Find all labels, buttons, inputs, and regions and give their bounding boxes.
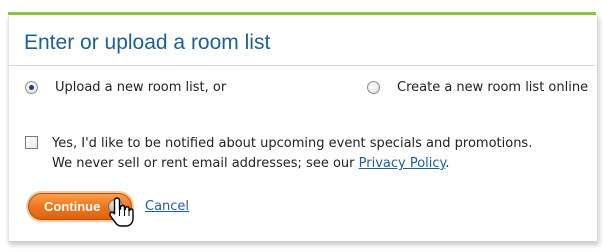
upload-option[interactable]: Upload a new room list, or: [25, 80, 226, 95]
privacy-policy-link[interactable]: Privacy Policy: [359, 156, 446, 171]
notify-checkbox[interactable]: [25, 136, 38, 149]
hand-pointer-cursor-icon: [109, 197, 134, 227]
dialog-title: Enter or upload a room list: [24, 31, 271, 54]
notify-line-2-prefix: We never sell or rent email addresses; s…: [52, 156, 359, 171]
cancel-link[interactable]: Cancel: [145, 199, 189, 214]
continue-button-label: Continue: [44, 199, 101, 214]
notify-line-1: Yes, I'd like to be notified about upcom…: [52, 136, 533, 151]
screenshot-frame: Enter or upload a room list Upload a new…: [0, 0, 605, 252]
create-radio[interactable]: [367, 81, 380, 94]
create-option-label[interactable]: Create a new room list online: [397, 80, 588, 95]
upload-option-label[interactable]: Upload a new room list, or: [55, 80, 226, 95]
create-option[interactable]: Create a new room list online: [367, 80, 588, 95]
upload-radio[interactable]: [25, 81, 38, 94]
notify-text: Yes, I'd like to be notified about upcom…: [52, 134, 532, 174]
notify-line-2-suffix: .: [445, 156, 450, 171]
notify-line-2: We never sell or rent email addresses; s…: [52, 154, 532, 174]
title-divider: [9, 65, 595, 66]
